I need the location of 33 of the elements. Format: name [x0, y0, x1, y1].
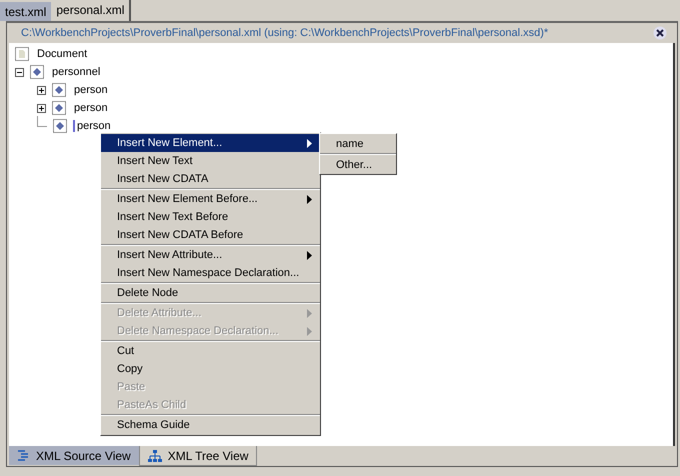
- menu-item[interactable]: Cut: [101, 342, 320, 360]
- file-tab[interactable]: test.xml: [0, 2, 52, 21]
- expander-icon[interactable]: [15, 68, 24, 76]
- element-icon: [53, 119, 67, 133]
- tree-node[interactable]: person: [72, 101, 110, 115]
- tree-node[interactable]: Document: [35, 47, 90, 61]
- expander-icon[interactable]: [37, 86, 46, 94]
- menu-item[interactable]: Insert New Attribute...: [101, 246, 320, 264]
- menu-item[interactable]: Insert New Element Before...: [101, 190, 320, 208]
- menu-item[interactable]: name: [320, 134, 396, 153]
- menu-item[interactable]: Other...: [320, 155, 396, 174]
- menu-item[interactable]: Insert New CDATA Before: [101, 226, 320, 244]
- element-icon: [52, 83, 66, 97]
- menu-item[interactable]: Insert New Text Before: [101, 208, 320, 226]
- menu-item[interactable]: Schema Guide: [101, 416, 320, 434]
- menu-item[interactable]: Delete Node: [101, 284, 320, 302]
- menu-item[interactable]: Insert New CDATA: [101, 170, 320, 188]
- view-tab[interactable]: XML Tree View: [138, 446, 258, 466]
- view-tab[interactable]: XML Source View: [9, 446, 139, 465]
- element-icon: [52, 101, 66, 115]
- file-path: C:\WorkbenchProjects\ProverbFinal\personal.xml (using: C:\WorkbenchProjects\ProverbFinal\personal.xsd)*: [21, 27, 548, 39]
- menu-item[interactable]: Insert New Text: [101, 152, 320, 170]
- hierarchy-icon: [148, 450, 162, 462]
- tree-node[interactable]: person: [72, 83, 110, 97]
- close-icon[interactable]: [653, 26, 667, 40]
- tree-node[interactable]: personnel: [50, 65, 102, 79]
- expander-icon[interactable]: [37, 104, 46, 112]
- document-icon: [15, 47, 29, 61]
- menu-item[interactable]: Copy: [101, 360, 320, 378]
- menu-item[interactable]: Insert New Namespace Declaration...: [101, 264, 320, 282]
- menu-item[interactable]: Insert New Element...: [101, 134, 320, 152]
- source-icon: [17, 450, 30, 461]
- element-icon: [30, 65, 44, 79]
